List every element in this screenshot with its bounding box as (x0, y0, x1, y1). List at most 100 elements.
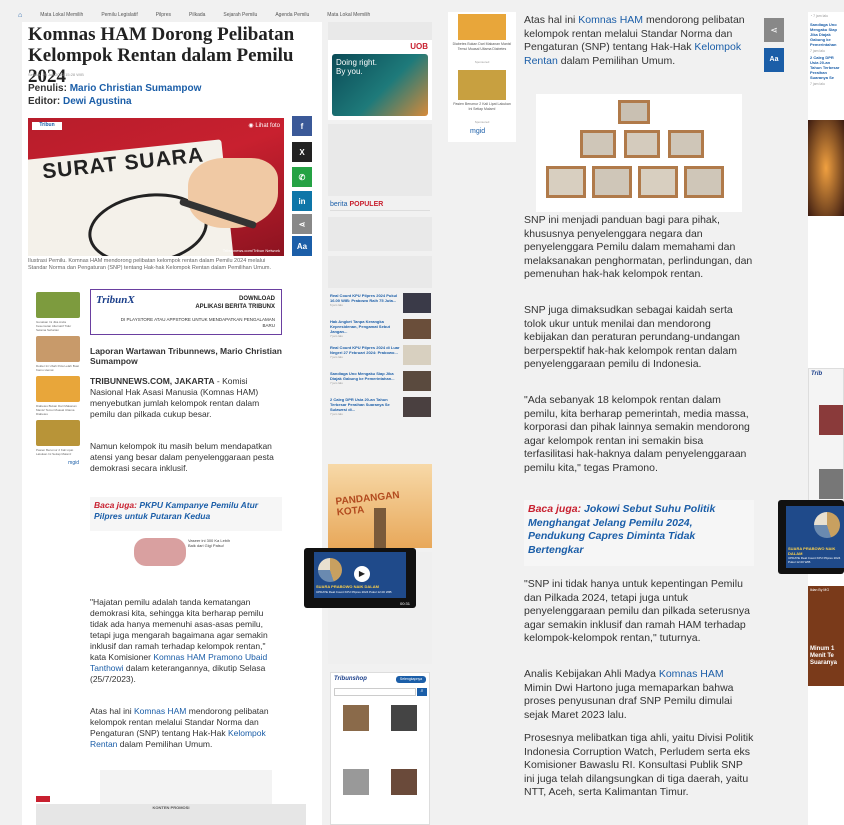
view-photo-link[interactable]: ◉ Lihat foto (248, 122, 280, 129)
left-ad-column: Gunakan Ini Jika Anda Kesemutan Alternat… (34, 290, 82, 486)
sidebar-placeholder (328, 124, 432, 196)
city-ad[interactable]: PANDANGAN KOTA (328, 464, 432, 548)
komnas-ham-link[interactable]: Komnas HAM (578, 14, 643, 26)
product-thumbnail[interactable] (343, 769, 369, 795)
popular-thumbnail (403, 397, 431, 417)
tribunshop-widget: Tribunshop Selengkapnya ⌕ (330, 672, 430, 825)
promo-bar[interactable]: KONTEN PROMOSI (36, 804, 306, 825)
nav-item[interactable]: Mata Lokal Memilih (40, 12, 83, 18)
product-thumbnail[interactable] (819, 405, 843, 435)
ad-thumbnail[interactable] (458, 70, 506, 100)
ad-source: Sponsored (474, 120, 490, 124)
hero-image[interactable]: SURAT SUARA Tribun ◉ Lihat foto Tribunne… (28, 118, 284, 256)
paragraph: "SNP ini tidak hanya untuk kepentingan P… (524, 578, 750, 644)
ad-text[interactable]: Diabetes Bukan Dari Makanan Manis! Temui… (36, 404, 80, 416)
share-button[interactable]: ⋖ (764, 18, 784, 42)
product-thumbnail[interactable] (391, 769, 417, 795)
video-subtitle: UPDATE Real Count KPU Pilpres 2024 Pukul… (316, 590, 392, 594)
paragraph: SNP juga dimaksudkan sebagai kaidah sert… (524, 304, 741, 370)
tv-shape (618, 100, 650, 124)
font-size-icon: Aa (769, 56, 779, 63)
ad-text[interactable]: Dokter Ini Ubah Pola Lelah Buat Kamu Hem… (36, 364, 80, 372)
small-ad[interactable]: Vaseer ini 300 Ka Lebih Baik dari Gigi P… (134, 536, 234, 572)
popular-thumbnail (403, 345, 431, 365)
hero-caption: Ilustrasi Pemilu. Komnas HAM mendorong p… (28, 258, 272, 271)
whatsapp-share-button[interactable]: ✆ (292, 167, 312, 187)
popular-thumbnail (403, 371, 431, 391)
video-subtitle: UPDATE Real Count KPU Pilpres 2024 Pukul… (788, 556, 841, 564)
komnas-ham-link[interactable]: Komnas HAM (659, 668, 724, 680)
article-date: Selasa, 25 Juli 2023 15:28 WIB (28, 72, 84, 77)
floating-video-player[interactable]: ▶ SUARA PRABOWO NAIK DALAM UPDATE Real C… (304, 548, 416, 608)
x-share-button[interactable]: X (292, 142, 312, 162)
linkedin-icon: in (298, 196, 306, 206)
font-size-icon: Aa (296, 241, 308, 251)
uob-ad[interactable]: UOB Doing right. By you. (328, 40, 432, 120)
popular-item[interactable]: Hak Angket Tanpa Kerangka Kepresidenan, … (330, 319, 432, 339)
tribunshop-logo: Tribunshop (334, 676, 367, 682)
ad-thumbnail[interactable] (36, 376, 80, 402)
uob-logo: UOB (410, 42, 428, 51)
product-thumbnail[interactable] (819, 469, 843, 499)
store-search-input[interactable] (334, 688, 416, 696)
ad-thumbnail[interactable] (36, 420, 80, 446)
far-right-image[interactable] (808, 120, 844, 216)
download-subtitle: DI PLAYSTORE ATAU APPSTORE UNTUK MENDAPA… (120, 317, 275, 328)
nav-item[interactable]: Pilpres (156, 12, 171, 18)
writer-link[interactable]: Mario Christian Sumampow (70, 83, 202, 94)
top-ad-column: Diabetes Bukan Dari Makanan Manis! Temui… (448, 12, 516, 142)
share-icon: ⋖ (298, 219, 306, 229)
komnas-ham-link[interactable]: Komnas HAM (134, 706, 186, 716)
paragraph: Atas hal ini Komnas HAM mendorong peliba… (524, 14, 745, 67)
paragraph: Namun kelompok itu masih belum mendapatk… (90, 441, 274, 473)
far-right-ad[interactable]: Iklan By MG Minum 1 Menit Te Suaranya (808, 586, 844, 686)
ad-text[interactable]: Diabetes Bukan Dari Makanan Manis! Temui… (452, 42, 512, 51)
tv-shape (638, 166, 678, 198)
linkedin-share-button[interactable]: in (292, 191, 312, 211)
top-navigation: ⌂ Mata Lokal Memilih Pemilu Legislatif P… (18, 8, 418, 22)
camera-icon: ◉ (248, 123, 254, 129)
nav-item[interactable]: Pilkada (189, 12, 205, 18)
floating-video-player-right[interactable]: SUARA PRABOWO NAIK DALAM UPDATE Real Cou… (778, 500, 844, 574)
baca-juga-label: Baca juga: (528, 503, 582, 515)
search-icon[interactable]: ⌕ (417, 688, 427, 696)
dateline: TRIBUNNEWS.COM, JAKARTA (90, 376, 215, 386)
video-title: SUARA PRABOWO NAIK DALAM (788, 546, 836, 556)
font-size-button[interactable]: Aa (292, 236, 312, 256)
nav-item[interactable]: Pemilu Legislatif (101, 12, 137, 18)
tribunx-download-banner[interactable]: TribunX DOWNLOAD APLIKASI BERITA TRIBUNX… (90, 289, 282, 335)
editor-link[interactable]: Dewi Agustina (63, 96, 132, 107)
red-badge (36, 796, 50, 802)
sidebar-placeholder (328, 256, 432, 288)
product-thumbnail[interactable] (391, 705, 417, 731)
nav-item[interactable]: Agenda Pemilu (275, 12, 309, 18)
popular-item[interactable]: Sandiaga Uno Mengaku Siap Jika Diajak Ga… (330, 371, 432, 391)
nav-item[interactable]: Sejarah Pemilu (223, 12, 257, 18)
play-icon[interactable]: ▶ (354, 566, 370, 582)
tv-shape (684, 166, 724, 198)
popular-item[interactable]: 2 Caleg DPR Usia 20-an Tahun Terbesar Pe… (330, 397, 432, 417)
uob-tagline: Doing right. By you. (336, 58, 377, 76)
share-button[interactable]: ⋖ (292, 214, 312, 234)
popular-item[interactable]: Real Count KPU Pilpres 2024 di Luar Nege… (330, 345, 432, 365)
ad-text[interactable]: Pasien Berumur 2 Kali Lipat Lakukan Ini … (36, 448, 80, 456)
ad-thumbnail[interactable] (458, 14, 506, 40)
ad-text: Vaseer ini 300 Ka Lebih Baik dari Gigi P… (188, 538, 231, 548)
nav-item[interactable]: Mata Lokal Memilih (327, 12, 370, 18)
popular-item[interactable]: Sandiaga Uno Mengaku Siap Jika Diajak Ga… (808, 20, 844, 49)
popular-list: Real Count KPU Pilpres 2024 Pukul 16.00 … (330, 293, 432, 423)
ad-thumbnail[interactable] (36, 292, 80, 318)
font-size-button[interactable]: Aa (764, 48, 784, 72)
product-thumbnail[interactable] (343, 705, 369, 731)
nav-home-icon[interactable]: ⌂ (18, 12, 22, 19)
tv-shape (580, 130, 616, 158)
store-more-button[interactable]: Selengkapnya (396, 676, 426, 683)
facebook-share-button[interactable]: f (292, 116, 312, 136)
far-right-sidebar: ◔ 7 jam lalu Sandiaga Uno Mengaku Siap J… (808, 12, 844, 825)
download-title: DOWNLOAD (239, 296, 275, 302)
ad-thumbnail[interactable] (36, 336, 80, 362)
ad-text[interactable]: Pasien Berumur 2 Kali Lipat Lakukan Ini … (452, 102, 512, 111)
popular-item[interactable]: Real Count KPU Pilpres 2024 Pukul 16.00 … (330, 293, 432, 313)
ad-text[interactable]: Gunakan Ini Jika Anda Kesemutan Alternat… (36, 320, 80, 332)
popular-item[interactable]: 2 Caleg DPR Usia 20-an Tahun Terbesar Pe… (808, 53, 844, 82)
